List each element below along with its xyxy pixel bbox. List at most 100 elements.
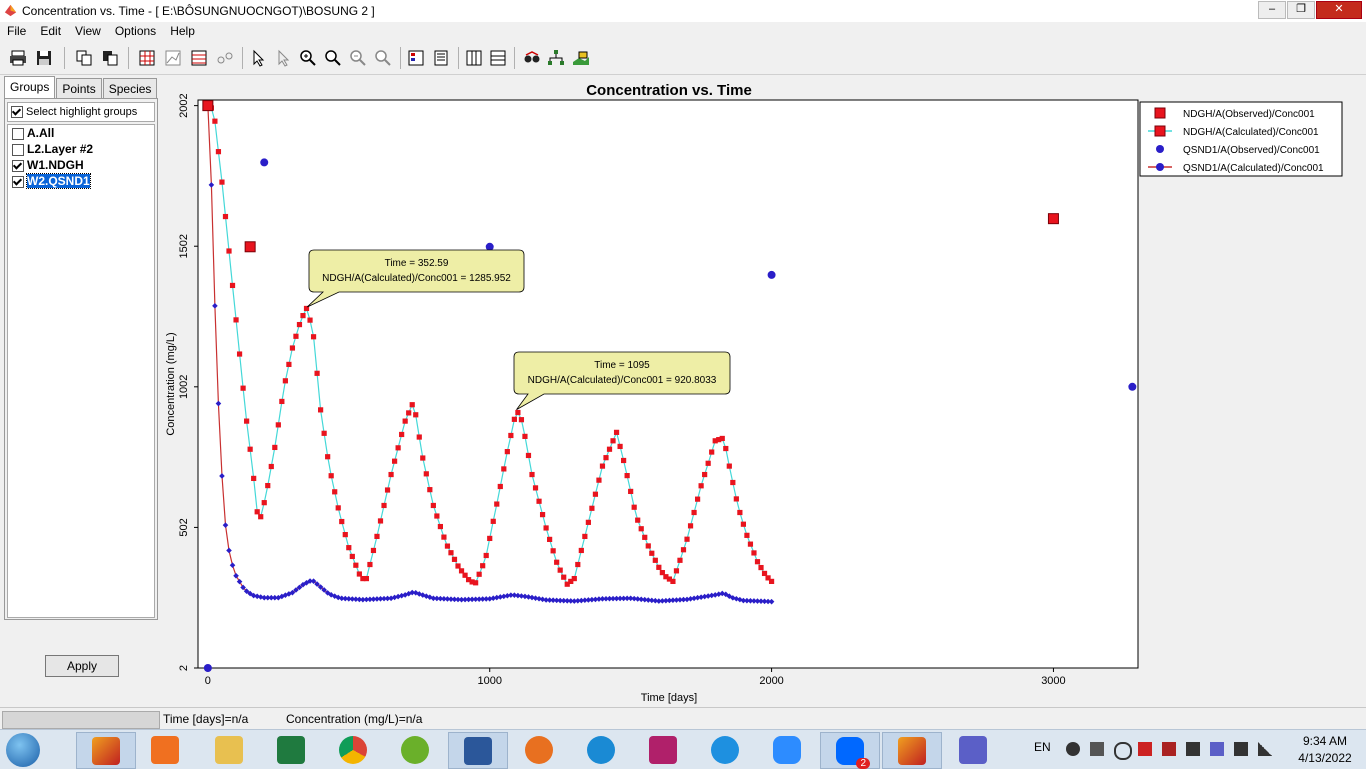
y-tick-label: 1502: [178, 234, 190, 258]
zoom-in-icon[interactable]: [298, 48, 318, 68]
group-item-w2-qsnd1[interactable]: W2.QSND1: [8, 173, 154, 189]
data-point: [434, 513, 440, 519]
tray-icon-3[interactable]: [1114, 742, 1132, 760]
data-point: [416, 434, 422, 440]
taskbar-app-zoom[interactable]: [758, 732, 816, 767]
tab-points[interactable]: Points: [56, 78, 102, 99]
taskbar-app-word[interactable]: [448, 732, 508, 769]
teams-tray-icon[interactable]: [1210, 742, 1224, 756]
columns-icon[interactable]: [464, 48, 484, 68]
series-icon[interactable]: [215, 48, 235, 68]
chart-area: Concentration vs. Time Time [days] Conce…: [161, 76, 1366, 707]
taskbar-app-explorer[interactable]: [200, 732, 258, 767]
menu-edit[interactable]: Edit: [33, 22, 68, 41]
data-point: [518, 417, 525, 423]
x-tick-label: 2000: [759, 675, 783, 687]
status-time: Time [days]=n/a: [163, 712, 249, 726]
minimize-button[interactable]: –: [1258, 1, 1286, 19]
group-item-all[interactable]: A.All: [8, 125, 154, 141]
zoom-out-icon[interactable]: [348, 48, 368, 68]
menu-options[interactable]: Options: [108, 22, 163, 41]
checkbox-group-layer2[interactable]: [12, 143, 24, 156]
zalo-tray-icon[interactable]: [1066, 742, 1080, 756]
taskbar-app-gms-2[interactable]: [882, 732, 942, 769]
start-button[interactable]: [6, 733, 40, 767]
menu-help[interactable]: Help: [163, 22, 202, 41]
taskbar-app-ie[interactable]: [696, 732, 754, 767]
tree-icon[interactable]: [546, 48, 566, 68]
data-point: [409, 402, 415, 408]
copy-data-icon[interactable]: [100, 48, 120, 68]
usb-icon[interactable]: [1186, 742, 1200, 756]
zoom-reset-icon[interactable]: [373, 48, 393, 68]
checkbox-group-w2[interactable]: [12, 175, 24, 188]
chart-icon[interactable]: [163, 48, 183, 68]
tray-icon-4[interactable]: [1138, 742, 1152, 756]
taskbar-app-sync[interactable]: [510, 732, 568, 767]
taskbar-app-pdf[interactable]: [634, 732, 692, 767]
checkbox-select-highlight[interactable]: [11, 106, 23, 119]
save-icon[interactable]: [34, 48, 54, 68]
data-point: [529, 471, 535, 478]
taskbar-app-excel[interactable]: [262, 732, 320, 767]
clock-date[interactable]: 4/13/2022: [1286, 751, 1364, 765]
data-point: [222, 213, 229, 220]
chart-svg[interactable]: Concentration vs. Time Time [days] Conce…: [161, 76, 1366, 707]
data-point: [740, 521, 746, 527]
data-point: [610, 438, 616, 444]
taskbar-app-coccoc[interactable]: [386, 732, 444, 767]
data-point: [226, 248, 232, 254]
rows-icon[interactable]: [488, 48, 508, 68]
checkbox-group-all[interactable]: [12, 127, 24, 140]
taskbar-app-edge[interactable]: [572, 732, 630, 767]
select-highlight-groups-checkbox[interactable]: Select highlight groups: [7, 102, 155, 122]
grid-icon[interactable]: [137, 48, 157, 68]
menu-view[interactable]: View: [68, 22, 108, 41]
data-point: [596, 477, 602, 483]
group-item-w1-ndgh[interactable]: W1.NDGH: [8, 157, 154, 173]
data-point: [251, 475, 257, 482]
data-point: [691, 509, 697, 516]
taskbar-app-gms[interactable]: [76, 732, 136, 769]
taskbar-app-chrome[interactable]: [324, 732, 382, 767]
map-icon[interactable]: [571, 48, 591, 68]
data-point: [236, 351, 243, 357]
callout-line2: NDGH/A(Calculated)/Conc001 = 920.8033: [528, 375, 717, 386]
tray-icon-5[interactable]: [1162, 742, 1176, 756]
data-point: [698, 483, 704, 489]
select-icon[interactable]: [273, 48, 293, 68]
legend-icon[interactable]: [406, 48, 426, 68]
data-point: [751, 550, 757, 556]
checkbox-group-w1[interactable]: [12, 159, 24, 172]
menu-file[interactable]: File: [0, 22, 33, 41]
tab-groups[interactable]: Groups: [4, 76, 56, 99]
properties-icon[interactable]: [431, 48, 451, 68]
pointer-icon[interactable]: [248, 48, 268, 68]
language-indicator[interactable]: EN: [1034, 740, 1051, 754]
table-icon[interactable]: [189, 48, 209, 68]
data-point: [363, 575, 370, 582]
taskbar-app-teams[interactable]: [944, 732, 1002, 767]
view-icon[interactable]: [522, 48, 542, 68]
data-point: [258, 514, 264, 520]
apply-button[interactable]: Apply: [45, 655, 119, 677]
clock-time[interactable]: 9:34 AM: [1286, 734, 1364, 748]
data-point: [694, 496, 701, 502]
close-button[interactable]: ✕: [1316, 1, 1362, 19]
group-item-layer2[interactable]: L2.Layer #2: [8, 141, 154, 157]
chart-title: Concentration vs. Time: [586, 82, 752, 99]
taskbar-app-zalo[interactable]: 2: [820, 732, 880, 769]
zoom-all-icon[interactable]: [323, 48, 343, 68]
copy-icon[interactable]: [74, 48, 94, 68]
data-point: [617, 443, 623, 450]
tray-icon-2[interactable]: [1090, 742, 1104, 756]
data-point: [702, 471, 708, 478]
tab-species[interactable]: Species: [102, 78, 158, 99]
maximize-button[interactable]: ❐: [1287, 1, 1315, 19]
print-icon[interactable]: [8, 48, 28, 68]
network-icon[interactable]: [1258, 742, 1272, 756]
taskbar-app-media[interactable]: [136, 732, 194, 767]
data-point: [635, 517, 641, 523]
volume-icon[interactable]: [1234, 742, 1248, 756]
data-point: [275, 422, 281, 428]
